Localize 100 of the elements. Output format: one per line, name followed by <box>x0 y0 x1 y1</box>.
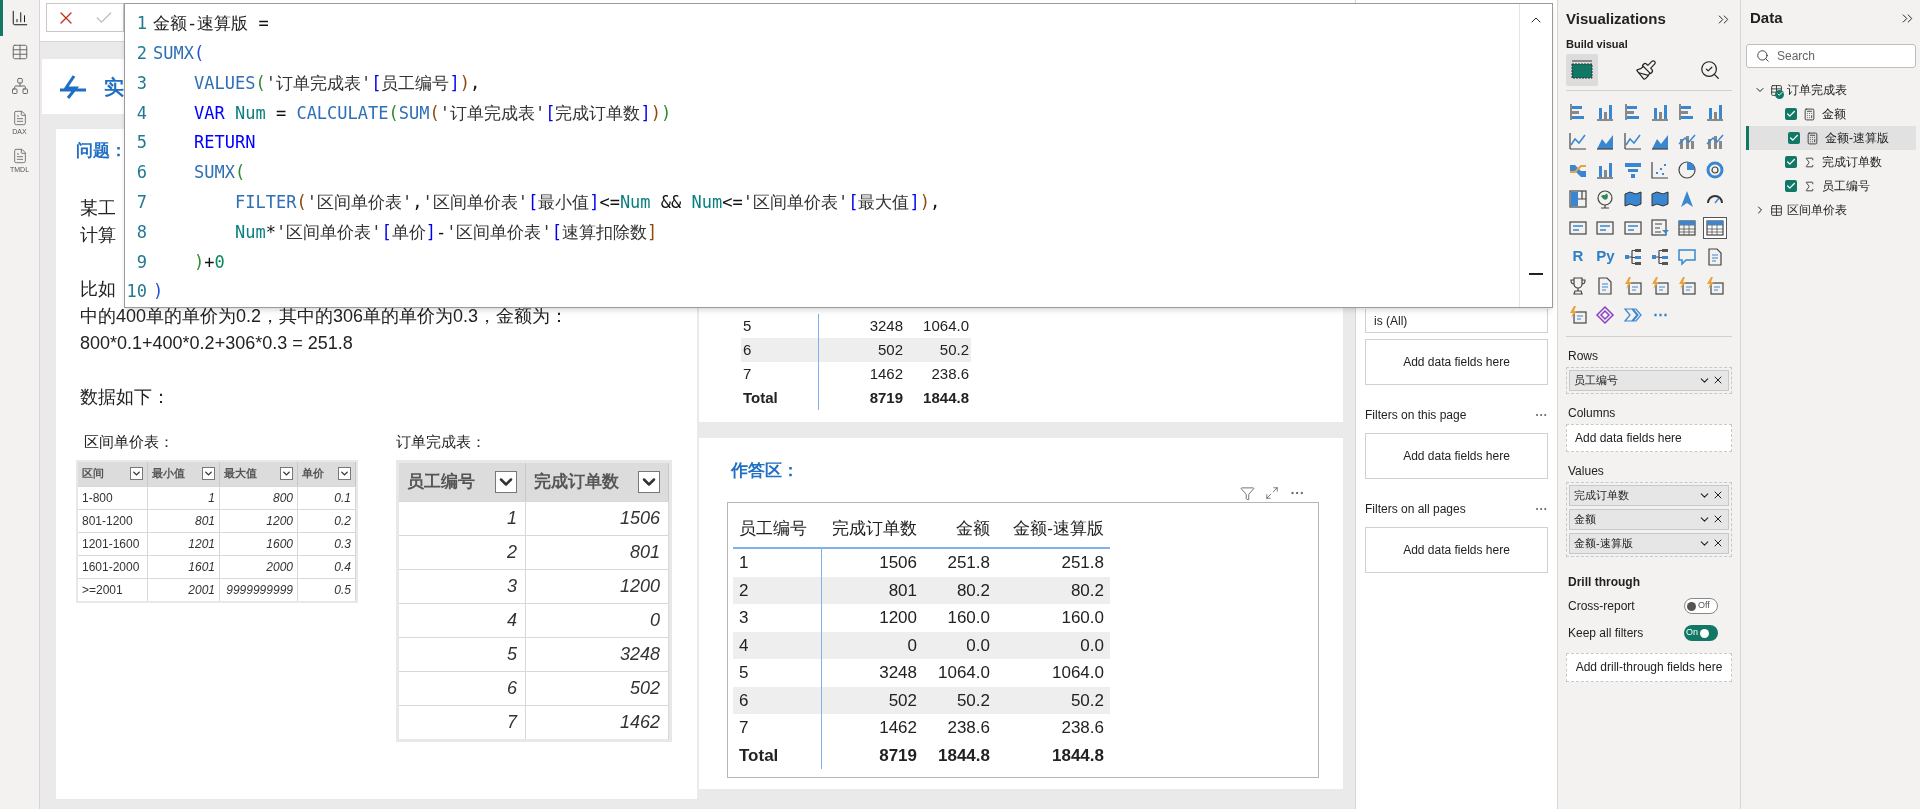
table-cell: 2001 <box>148 578 220 601</box>
table-cell: 3248 <box>526 637 669 671</box>
checkbox[interactable] <box>1785 156 1797 168</box>
table-visual[interactable]: 员工编号 完成订单数 金额 金额-速算版 1 1506 251.8 251.8 2 801 80.2 80.2 3 1200 160.0 160.0 4 0 0.0 0.0 5 3248 1064.0 1064.0 6 502 50.2 50.2 7 1462 238.6 238.6 Total 8719 1844.8 1844.8 <box>727 502 1319 778</box>
table-cell-text: 0.0 <box>1079 634 1105 657</box>
table-cell-text: 251.8 <box>946 552 991 574</box>
checkbox[interactable] <box>1785 180 1797 192</box>
line-number: 7 <box>135 190 148 214</box>
table-cell: 1201-1600 <box>78 532 148 555</box>
toggle-switch[interactable]: On <box>1684 625 1718 641</box>
column-header: 区间 <box>82 466 104 482</box>
field-chip[interactable]: 金额-速算版 <box>1569 532 1729 554</box>
filter-dropdown-icon[interactable] <box>638 470 660 493</box>
table-cell: 1 <box>148 486 220 509</box>
line-number: 2 <box>135 41 148 65</box>
code-line: ) <box>153 280 164 304</box>
remove-icon[interactable] <box>1712 513 1724 525</box>
table-cell-text: 6 <box>742 339 753 360</box>
tree-item[interactable]: 金额 <box>1746 102 1916 126</box>
table-cell: 0.4 <box>298 555 356 578</box>
pane-subtitle: Build visual <box>1566 37 1628 52</box>
table-cell-text: 2 <box>738 579 750 602</box>
table-cell-text: 1200 <box>878 607 918 629</box>
code-line: VAR Num = CALCULATE(SUM('订单完成表'[完成订单数])) <box>194 101 672 125</box>
tree-item[interactable]: 金额-速算版 <box>1746 126 1916 150</box>
table-cell: 1601 <box>148 555 220 578</box>
filter-icon[interactable] <box>1240 485 1255 501</box>
filter-dropdown-icon[interactable] <box>495 470 517 493</box>
column-header: 完成订单数 <box>831 518 918 541</box>
pane-title: Data <box>1750 7 1783 28</box>
drop-zone[interactable]: Add data fields here <box>1365 433 1548 479</box>
drop-zone[interactable]: Add data fields here <box>1365 339 1548 385</box>
table-cell: 1200 <box>220 509 298 532</box>
table-cell-text: 238.6 <box>930 363 970 384</box>
table-cell-text: 5 <box>742 315 753 336</box>
table-cell-text: 4 <box>738 634 750 657</box>
table-cell-text: 1844.8 <box>937 744 991 767</box>
section-title: Filters on this page <box>1365 407 1467 424</box>
drop-zone[interactable]: Add data fields here <box>1566 423 1732 452</box>
table-cell: 0.5 <box>298 578 356 601</box>
table-cell-text: 1064.0 <box>1051 662 1105 684</box>
search-field[interactable]: Search <box>1746 44 1916 68</box>
line-number: 8 <box>135 220 148 244</box>
table-cell-text: 80.2 <box>955 579 991 602</box>
section-title: Filters on all pages <box>1365 501 1466 518</box>
table-cell: 0.2 <box>298 509 356 532</box>
column-header: 最小值 <box>152 466 185 482</box>
filter-dropdown-icon[interactable] <box>280 467 293 480</box>
focus-mode-icon[interactable] <box>1265 486 1279 500</box>
filter-dropdown-icon[interactable] <box>338 467 351 480</box>
checkbox[interactable] <box>1788 132 1800 144</box>
tree-item[interactable]: 区间单价表 <box>1746 198 1916 222</box>
filter-dropdown-icon[interactable] <box>130 467 143 480</box>
code-line: VALUES('订单完成表'[员工编号]), <box>194 71 481 95</box>
toggle-switch[interactable]: Off <box>1684 598 1718 614</box>
column-header: 完成订单数 <box>534 470 619 493</box>
line-number: 9 <box>135 250 148 274</box>
checkbox[interactable] <box>1785 108 1797 120</box>
field-chip[interactable]: 完成订单数 <box>1569 484 1729 506</box>
treemap-icon[interactable] <box>1566 187 1590 210</box>
visual-type-button[interactable]: ⋯ <box>1648 303 1672 326</box>
table-cell-text: 251.8 <box>1060 552 1105 574</box>
filter-condition[interactable]: is (All) <box>1365 309 1548 333</box>
remove-icon[interactable] <box>1712 537 1724 549</box>
remove-icon[interactable] <box>1712 374 1724 386</box>
table-cell-text: 1064.0 <box>937 662 991 684</box>
table-cell: 800 <box>220 486 298 509</box>
table-cell-text: 3248 <box>878 662 918 684</box>
drop-zone[interactable]: Add data fields here <box>1365 527 1548 573</box>
table-cell-text: 3 <box>738 607 750 629</box>
table-cell-text: 1462 <box>868 363 904 384</box>
tree-item[interactable]: 订单完成表 <box>1746 78 1916 102</box>
field-chip[interactable]: 金额 <box>1569 508 1729 530</box>
table-cell: 1462 <box>526 705 669 739</box>
table-cell-text: 8719 <box>878 744 918 767</box>
search-icon <box>1756 49 1770 63</box>
tree-item[interactable]: 员工编号 <box>1746 174 1916 198</box>
filter-dropdown-icon[interactable] <box>202 467 215 480</box>
table-title: 区间单价表： <box>84 432 175 452</box>
slicer-icon[interactable] <box>1648 216 1672 239</box>
visual-type-button[interactable]: Py <box>1593 245 1618 268</box>
field-chip[interactable]: 员工编号 <box>1569 369 1729 391</box>
table-cell-text: 7 <box>742 363 753 384</box>
code-line: FILTER('区间单价表','区间单价表'[最小值]<=Num && Num<='区间单价表'[最大值]), <box>235 190 941 214</box>
table-cell: 0.3 <box>298 532 356 555</box>
visual-type-button[interactable]: R <box>1566 245 1590 268</box>
drop-zone[interactable]: Add drill-through fields here <box>1566 652 1732 682</box>
toggle-label: Keep all filters <box>1568 625 1644 642</box>
remove-icon[interactable] <box>1712 489 1724 501</box>
table-cell-text: 1462 <box>878 717 918 739</box>
report-title: 实 <box>104 74 124 100</box>
table-cell: 801 <box>148 509 220 532</box>
tree-item[interactable]: 完成订单数 <box>1746 150 1916 174</box>
code-line: SUMX( <box>153 41 205 65</box>
table-cell: 6 <box>399 671 526 705</box>
line-number: 5 <box>135 131 148 155</box>
table-cell-text: 0 <box>906 634 918 657</box>
table-cell: 1200 <box>526 569 669 603</box>
table-cell: 502 <box>526 671 669 705</box>
column-header: 金额-速算版 <box>1012 518 1105 541</box>
